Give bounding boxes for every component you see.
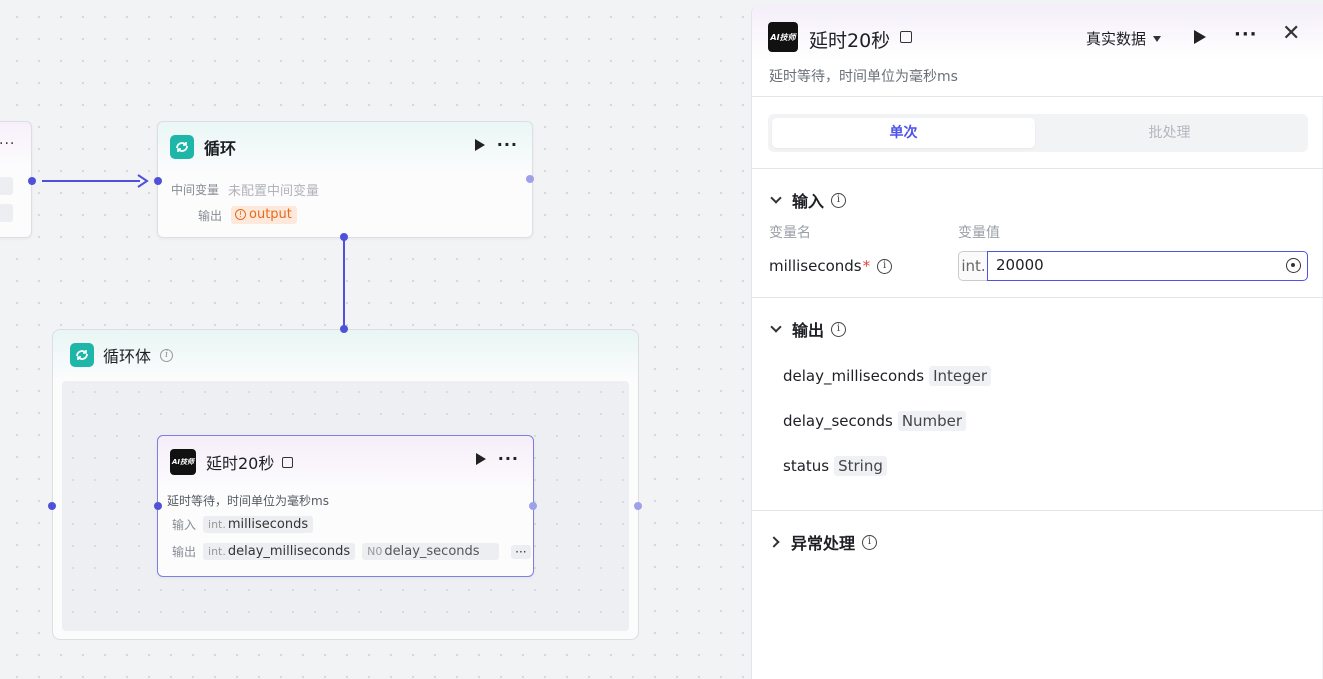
output-type: String [834,456,887,476]
output-name: delay_milliseconds [783,367,925,385]
output-chip: int. delay_milliseconds [203,543,356,560]
panel-title[interactable]: 延时20秒 [809,26,890,53]
output-type: int. [208,545,226,558]
output-port[interactable] [529,502,537,510]
mode-tabs: 单次 批处理 [768,114,1308,152]
reference-icon[interactable] [1286,258,1301,273]
param-value-input[interactable]: 20000 [987,251,1308,281]
caret-down-icon [1153,35,1162,42]
mid-var-value: 未配置中间变量 [228,184,320,199]
run-icon[interactable] [475,453,486,465]
column-header-name: 变量名 [769,225,811,241]
output-tag-label: output [249,207,292,222]
output-port[interactable] [28,177,36,185]
delay-node[interactable]: AI技师 延时20秒 ··· 延时等待，时间单位为毫秒ms 输入 int. mil… [157,435,534,577]
info-icon[interactable]: i [831,192,847,208]
workflow-canvas[interactable]: ··· 循环 ··· 中间变量 未配置中间变量 输出 ! output 循环体 … [0,0,752,679]
chevron-down-icon [770,192,782,204]
save-icon [282,456,294,468]
panel-header: AI技师 延时20秒 真实数据 ··· ✕ 延时等待，时间单位为毫秒ms [752,5,1323,97]
section-title: 输入 [792,192,825,211]
output-label: 输出 [172,545,197,559]
input-port[interactable] [154,177,162,185]
previous-node-chip [0,204,13,222]
output-name: status [783,457,830,475]
output-port[interactable] [634,502,642,510]
play-icon [1194,30,1206,44]
output-item: delay_milliseconds Integer [783,366,992,386]
more-icon[interactable]: ··· [0,136,15,152]
column-header-value: 变量值 [958,225,1000,241]
divider [752,168,1323,169]
output-name: delay_seconds [783,412,893,430]
node-config-panel: AI技师 延时20秒 真实数据 ··· ✕ 延时等待，时间单位为毫秒ms 单次 … [751,5,1323,679]
group-title: 循环体 [103,347,152,366]
param-name: milliseconds * i [769,257,893,275]
warning-icon: ! [235,209,247,220]
divider [752,510,1323,511]
close-icon[interactable]: ✕ [1282,23,1300,45]
run-button[interactable] [1194,29,1206,48]
more-outputs-button[interactable]: ··· [511,544,531,559]
divider [752,297,1323,298]
section-title: 输出 [792,321,825,340]
output-port[interactable] [526,175,534,183]
mid-var-label: 中间变量 [171,183,220,197]
param-value: 20000 [996,256,1044,274]
param-name-label: milliseconds [769,257,862,275]
input-port[interactable] [340,325,348,333]
node-description: 延时等待，时间单位为毫秒ms [167,494,329,508]
chevron-right-icon [768,536,780,548]
input-name: milliseconds [227,517,309,532]
output-type: N0 [367,545,383,558]
info-icon[interactable]: i [877,258,893,274]
output-chip: N0 delay_seconds [362,543,500,560]
input-label: 输入 [172,518,197,532]
info-icon[interactable]: i [831,321,847,337]
error-section-toggle[interactable]: 异常处理 i [768,530,878,554]
output-name: delay_milliseconds [227,544,351,559]
loop-node[interactable]: 循环 ··· 中间变量 未配置中间变量 输出 ! output [157,121,533,238]
run-icon[interactable] [474,139,485,151]
output-type: Number [897,411,967,431]
output-type: Integer [929,366,992,386]
loop-body-port[interactable] [340,233,348,241]
ai-logo-icon: AI技师 [170,449,196,475]
previous-node-chip [0,177,13,195]
data-mode-select[interactable]: 真实数据 [1086,28,1162,49]
loop-icon [170,135,194,159]
section-title: 异常处理 [791,534,856,553]
edge-arrow-1 [137,174,149,188]
loop-body-start-port[interactable] [48,502,56,510]
chevron-down-icon [770,321,782,333]
output-label: 输出 [198,208,223,223]
data-mode-label: 真实数据 [1086,30,1147,48]
output-section-toggle[interactable]: 输出 i [769,317,847,341]
input-port[interactable] [154,502,162,510]
info-icon[interactable]: i [862,534,878,550]
input-type: int. [208,518,226,531]
required-mark: * [862,257,871,275]
save-icon [900,31,912,43]
node-title: 循环 [204,139,237,158]
loop-icon [70,343,94,367]
tab-batch[interactable]: 批处理 [1038,118,1301,148]
param-type-badge: int. [958,251,988,281]
output-name: delay_seconds [384,544,480,559]
output-item: delay_seconds Number [783,411,967,431]
panel-description: 延时等待，时间单位为毫秒ms [769,69,958,85]
output-tag: ! output [231,206,297,224]
input-section-toggle[interactable]: 输入 i [769,188,847,212]
output-item: status String [783,456,887,476]
more-icon[interactable]: ··· [498,451,519,467]
more-icon[interactable]: ··· [1234,24,1258,45]
ai-logo-icon: AI技师 [768,22,798,52]
input-chip: int. milliseconds [203,516,314,533]
tab-single[interactable]: 单次 [772,118,1035,148]
more-icon[interactable]: ··· [497,137,518,153]
node-title: 延时20秒 [206,454,275,473]
info-icon[interactable]: i [160,348,174,362]
